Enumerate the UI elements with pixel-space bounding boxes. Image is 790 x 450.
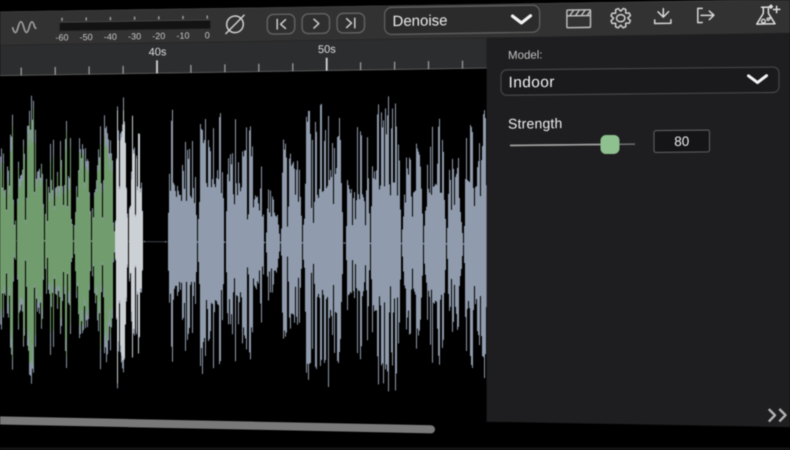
svg-text:-50: -50 bbox=[80, 32, 93, 42]
svg-text:Indoor: Indoor bbox=[509, 74, 555, 91]
svg-text:50s: 50s bbox=[318, 44, 336, 56]
svg-text:0: 0 bbox=[205, 30, 210, 40]
svg-text:-10: -10 bbox=[176, 31, 189, 41]
svg-text:-30: -30 bbox=[128, 31, 141, 41]
svg-text:Strength: Strength bbox=[508, 115, 563, 132]
svg-text:40s: 40s bbox=[149, 46, 167, 58]
svg-text:-20: -20 bbox=[152, 31, 165, 41]
svg-text:-40: -40 bbox=[104, 32, 117, 42]
svg-text:-60: -60 bbox=[55, 32, 68, 42]
svg-text:Model:: Model: bbox=[508, 50, 543, 62]
svg-text:80: 80 bbox=[674, 134, 689, 149]
svg-text:Denoise: Denoise bbox=[393, 12, 448, 30]
